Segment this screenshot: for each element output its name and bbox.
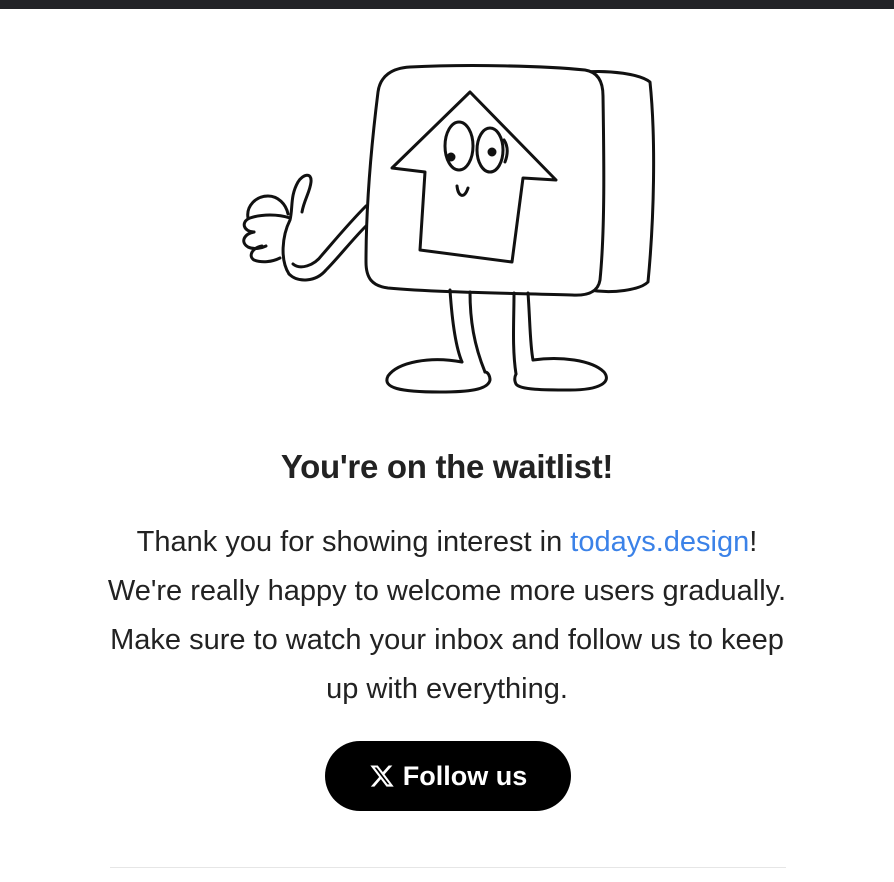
follow-us-label: Follow us — [402, 760, 528, 791]
x-logo-icon — [370, 765, 394, 787]
top-bar — [0, 0, 894, 9]
divider — [110, 867, 786, 868]
page-title: You're on the waitlist! — [280, 448, 614, 485]
message-text-before-link: Thank you for showing interest in — [136, 526, 571, 558]
waitlist-message: Thank you for showing interest in todays… — [100, 518, 794, 714]
thumbs-up-arrow-character-illustration — [242, 64, 656, 394]
todays-design-link[interactable]: todays.design — [570, 526, 749, 558]
follow-us-button[interactable]: Follow us — [325, 741, 571, 811]
